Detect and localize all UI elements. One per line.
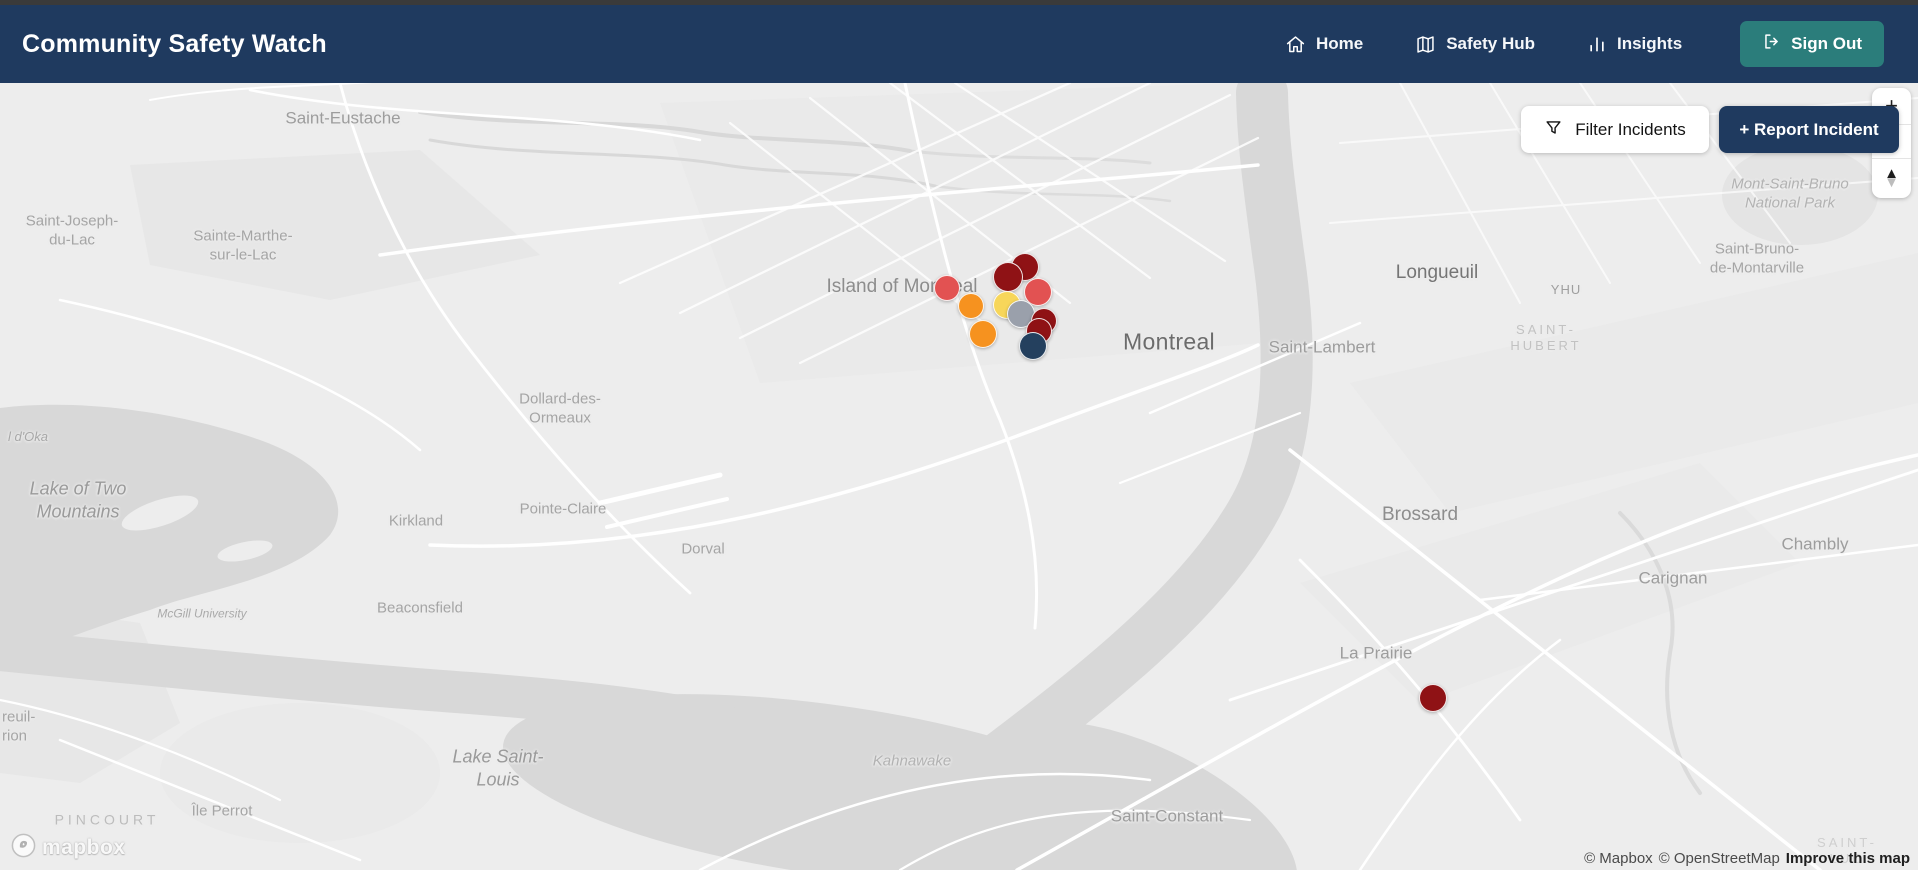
- improve-map-link[interactable]: Improve this map: [1786, 850, 1910, 867]
- top-navbar: Community Safety Watch Home Safety Hub I…: [0, 5, 1918, 83]
- filter-incidents-label: Filter Incidents: [1575, 119, 1686, 139]
- incident-marker[interactable]: [934, 275, 960, 301]
- incident-marker[interactable]: [1419, 684, 1447, 712]
- nav-links: Home Safety Hub Insights Sign Out: [1285, 21, 1884, 67]
- nav-item-label: Safety Hub: [1446, 34, 1535, 53]
- nav-item-insights[interactable]: Insights: [1587, 34, 1682, 54]
- incident-marker[interactable]: [1019, 332, 1047, 360]
- incident-marker[interactable]: [993, 262, 1023, 292]
- incident-marker[interactable]: [969, 320, 997, 348]
- nav-item-label: Insights: [1617, 34, 1683, 53]
- funnel-icon: [1544, 118, 1563, 142]
- sign-out-button[interactable]: Sign Out: [1740, 21, 1884, 67]
- mapbox-wordmark: mapbox: [42, 836, 126, 859]
- nav-item-home[interactable]: Home: [1285, 34, 1363, 55]
- map-attribution: © Mapbox © OpenStreetMap Improve this ma…: [1584, 850, 1910, 867]
- report-incident-label: + Report Incident: [1739, 119, 1879, 139]
- nav-item-label: Home: [1315, 34, 1364, 53]
- mapbox-pin-icon: [10, 832, 37, 864]
- mapbox-attribution-link[interactable]: © Mapbox: [1584, 850, 1653, 867]
- mapbox-logo[interactable]: mapbox: [10, 832, 126, 864]
- sign-out-icon: [1762, 32, 1781, 56]
- app-title: Community Safety Watch: [22, 29, 327, 58]
- triangle-down-icon: ▼: [1884, 174, 1899, 191]
- incident-marker[interactable]: [958, 293, 984, 319]
- report-incident-button[interactable]: + Report Incident: [1719, 106, 1899, 153]
- nav-item-safety-hub[interactable]: Safety Hub: [1415, 34, 1535, 55]
- incident-map[interactable]: Saint-Eustache Saint-Joseph- du-Lac Sainte…: [0, 83, 1918, 870]
- bar-chart-icon: [1587, 34, 1607, 54]
- sign-out-label: Sign Out: [1791, 34, 1862, 53]
- basemap-graphics: [0, 83, 1918, 870]
- osm-attribution-link[interactable]: © OpenStreetMap: [1659, 850, 1780, 867]
- map-icon: [1415, 34, 1436, 55]
- pitch-toggle-button[interactable]: ▲ ▼: [1872, 158, 1911, 197]
- filter-incidents-button[interactable]: Filter Incidents: [1521, 106, 1709, 153]
- home-icon: [1285, 34, 1306, 55]
